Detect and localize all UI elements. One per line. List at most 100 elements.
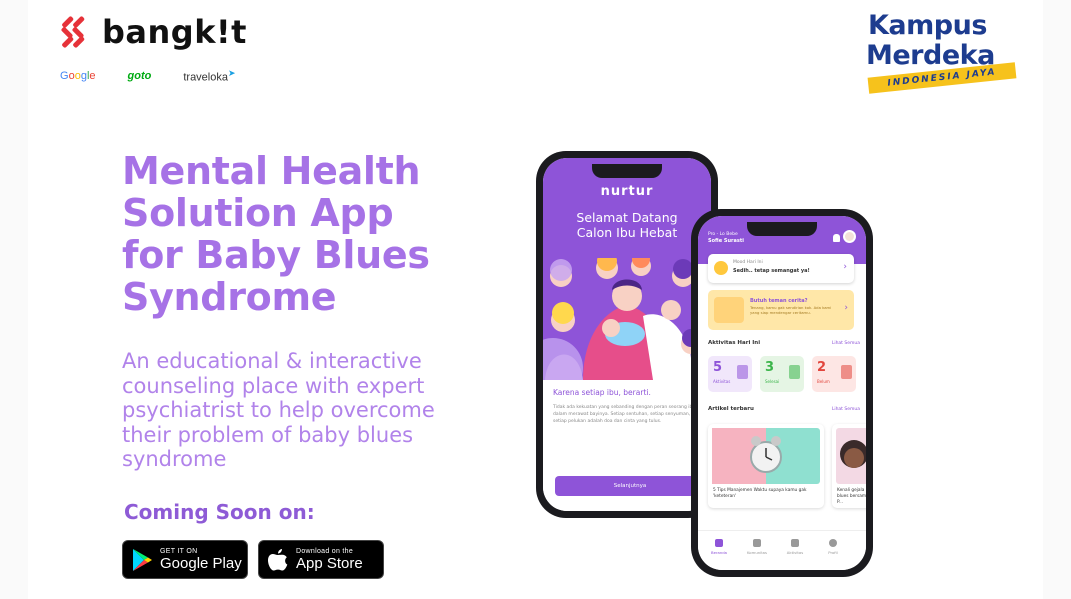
stat-label: Belum [817,379,830,384]
apple-icon [267,548,289,572]
app-store-button[interactable]: Download on the App Store [258,540,384,579]
mood-value: Sedih.. tetap semangat ya! [733,268,810,274]
mothers-babies-illustration [543,258,711,380]
headline-line: Syndrome [122,275,337,319]
chevron-right-icon: › [843,262,847,272]
activity-stats: 5 Aktivitas 3 Selesai 2 Belum [708,356,866,392]
document-icon [737,365,748,379]
article-title: 5 Tips Manajemen Waktu supaya kamu gak '… [713,488,807,499]
welcome-paragraph: Tidak ada kekuatan yang sebanding dengan… [553,405,696,424]
app-store-big: App Store [296,555,363,572]
phone-home-screen: Pro - Lo Bebe Sofie Surasti Mood Hari In… [698,216,866,570]
nav-home[interactable]: Beranda [704,539,734,555]
article-card[interactable]: 5 Tips Manajemen Waktu supaya kamu gak '… [708,424,824,508]
traveloka-logo: traveloka➤ [183,68,235,84]
landing-page: bangk!t Google goto traveloka➤ Kampus Me… [0,0,1071,599]
google-play-button[interactable]: GET IT ON Google Play [122,540,248,579]
traveloka-bird-icon: ➤ [227,68,236,78]
subheadline-line: psychiatrist to help overcome [122,398,435,422]
partner-logos: Google goto traveloka➤ [60,68,268,84]
document-icon [789,365,800,379]
kampus-merdeka-line1: Kampus [868,10,987,41]
right-margin [1043,0,1071,599]
user-icon [829,539,837,547]
nav-label: Aktivitas [786,550,804,555]
activities-title: Aktivitas Hari Ini [708,340,761,346]
phone-welcome-screen: nurtur Selamat Datang Calon Ibu Hebat Ka… [543,158,711,511]
kampus-merdeka-logo: Kampus Merdeka INDONESIA JAYA [866,8,1017,94]
nav-profile[interactable]: Profil [818,539,848,555]
goto-logo: goto [127,69,152,82]
app-store-small: Download on the [296,548,354,555]
left-margin [0,0,28,599]
stat-label: Aktivitas [713,379,731,384]
talk-card[interactable]: Butuh teman cerita? Tenang, kamu gak sen… [708,290,854,330]
bangkit-logo: bangk!t [60,16,247,48]
baby-photo-icon [840,440,866,468]
stat-done[interactable]: 3 Selesai [760,356,804,392]
nav-label: Profil [828,550,838,555]
stat-total[interactable]: 5 Aktivitas [708,356,752,392]
coming-soon-label: Coming Soon on: [124,500,315,524]
articles-title: Artikel terbaru [708,406,754,412]
next-button[interactable]: Selanjutnya [555,476,705,496]
google-logo: Google [60,69,96,82]
stat-number: 3 [765,360,775,375]
chevron-right-icon: › [844,303,848,313]
articles-see-all-link[interactable]: Lihat Semua [832,407,860,412]
kampus-merdeka-line2: Merdeka [866,40,995,71]
phone-notch [592,164,662,178]
avatar[interactable] [843,230,856,243]
google-play-icon [131,548,153,572]
nav-activity[interactable]: Aktivitas [780,539,810,555]
subheadline-line: An educational & interactive [122,349,422,373]
alarm-clock-icon [712,428,782,484]
article-image [712,428,820,484]
copy-icon [791,539,799,547]
nav-label: Beranda [711,550,727,555]
stat-number: 2 [817,360,827,375]
hero-headline: Mental Health Solution App for Baby Blue… [122,150,482,318]
subheadline-line: their problem of baby blues [122,422,414,447]
article-card[interactable]: Kenali gejala baby blues bersama dr. Rif… [832,424,866,508]
bottom-nav: Beranda Komunitas Aktivitas Profil [698,530,866,570]
sad-face-icon [714,261,728,275]
document-icon [841,365,852,379]
google-play-small: GET IT ON [160,548,198,555]
nav-label: Komunitas [747,550,767,555]
welcome-hero: nurtur Selamat Datang Calon Ibu Hebat [543,158,711,380]
article-title: Kenali gejala baby blues bersama dr. Rif… [837,488,866,505]
greeting: Pro - Lo Bebe Sofie Surasti [708,232,744,244]
chat-illustration-icon [714,297,744,323]
activities-see-all-link[interactable]: Lihat Semua [832,341,860,346]
stat-pending[interactable]: 2 Belum [812,356,856,392]
bangkit-wordmark: bangk!t [102,13,247,51]
chat-icon [753,539,761,547]
phone-home-mockup: Pro - Lo Bebe Sofie Surasti Mood Hari In… [691,209,873,577]
subheadline-line: syndrome [122,447,227,471]
home-icon [715,539,723,547]
stat-number: 5 [713,360,723,375]
traveloka-wordmark: traveloka [183,71,228,84]
talk-description: Tenang, kamu gak sendirian kok. Ada kami… [750,305,832,315]
google-play-text: GET IT ON Google Play [160,548,242,571]
google-play-big: Google Play [160,555,242,572]
bangkit-mark-icon [60,16,92,48]
welcome-title-line: Selamat Datang [576,210,678,225]
bell-icon[interactable] [833,234,840,242]
subheadline-line: counseling place with expert [122,373,425,398]
stat-label: Selesai [765,379,780,384]
talk-title: Butuh teman cerita? [750,298,808,304]
welcome-title-line: Calon Ibu Hebat [576,225,678,240]
mood-card[interactable]: Mood Hari Ini Sedih.. tetap semangat ya!… [708,254,854,283]
mood-label: Mood Hari Ini [733,260,763,265]
greeting-name: Sofie Surasti [708,238,744,244]
nurtur-logo: nurtur [600,184,654,199]
app-store-text: Download on the App Store [296,548,363,571]
greeting-small: Pro - Lo Bebe [708,232,738,237]
article-image [836,428,866,484]
nav-community[interactable]: Komunitas [742,539,772,555]
welcome-title: Selamat Datang Calon Ibu Hebat [543,210,711,240]
headline-line: Mental Health [122,149,421,193]
phone-notch [747,222,817,236]
